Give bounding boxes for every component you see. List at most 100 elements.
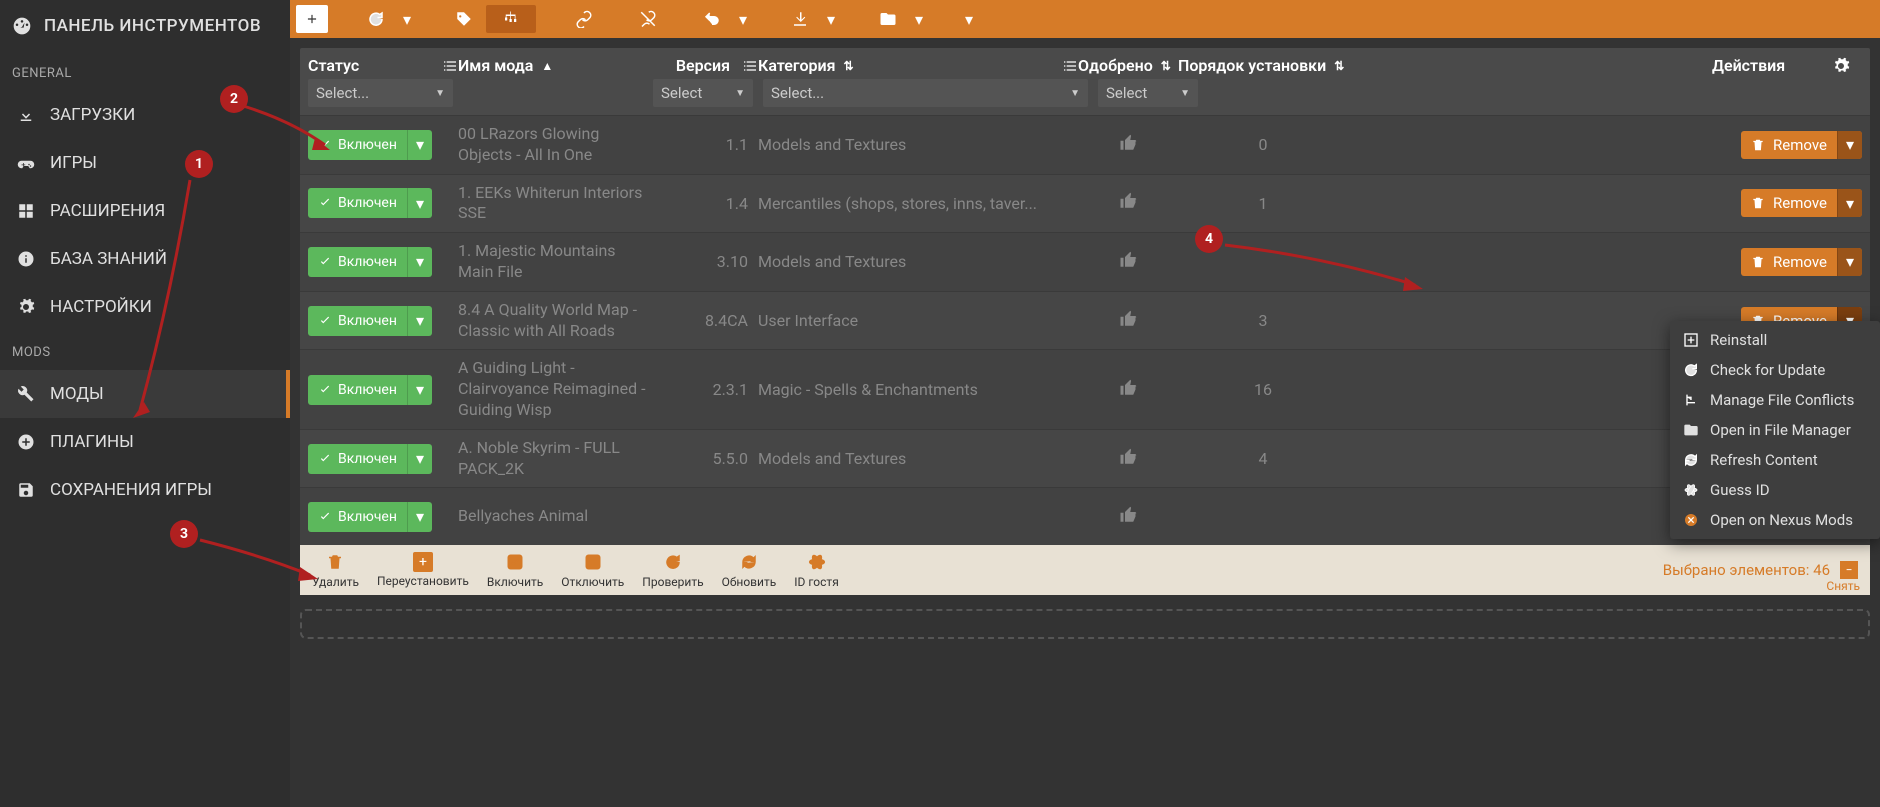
mod-endorsed[interactable]: [1078, 251, 1178, 273]
menu-open-nexus[interactable]: Open on Nexus Mods: [1670, 505, 1880, 535]
refresh-caret[interactable]: ▾: [398, 5, 416, 33]
menu-check-update[interactable]: Check for Update: [1670, 355, 1880, 385]
remove-button[interactable]: Remove ▾: [1741, 131, 1862, 159]
remove-button[interactable]: Remove ▾: [1741, 189, 1862, 217]
sidebar-item-plugins[interactable]: ПЛАГИНЫ: [0, 418, 290, 466]
table-row[interactable]: Включен ▾ A. Noble Skyrim - FULL PACK_2K…: [300, 429, 1870, 488]
menu-reinstall[interactable]: Reinstall: [1670, 325, 1880, 355]
status-caret[interactable]: ▾: [407, 130, 432, 160]
link-button[interactable]: [568, 5, 600, 33]
info-icon: [16, 249, 36, 269]
sidebar-item-savegames[interactable]: СОХРАНЕНИЯ ИГРЫ: [0, 466, 290, 514]
mod-endorsed[interactable]: [1078, 192, 1178, 214]
gear-icon: [16, 297, 36, 317]
table-row[interactable]: Включен ▾ 00 LRazors Glowing Objects - A…: [300, 115, 1870, 174]
import-caret[interactable]: ▾: [822, 5, 840, 33]
sidebar-item-knowledge[interactable]: БАЗА ЗНАНИЙ: [0, 235, 290, 283]
mod-endorsed[interactable]: [1078, 379, 1178, 401]
status-button[interactable]: Включен ▾: [308, 130, 432, 160]
table-row[interactable]: Включен ▾ 1. Majestic Mountains Main Fil…: [300, 232, 1870, 291]
add-button[interactable]: [296, 5, 328, 33]
drop-zone[interactable]: [300, 609, 1870, 639]
status-button[interactable]: Включен ▾: [308, 375, 432, 405]
mod-name: 1. Majestic Mountains Main File: [458, 241, 648, 283]
footer-remove[interactable]: Удалить: [312, 551, 359, 589]
more-caret[interactable]: ▾: [960, 5, 978, 33]
mod-category: Models and Textures: [758, 252, 1078, 271]
mod-endorsed[interactable]: [1078, 134, 1178, 156]
status-caret[interactable]: ▾: [407, 502, 432, 532]
refresh-icon: [1682, 362, 1700, 378]
status-caret[interactable]: ▾: [407, 375, 432, 405]
mod-endorsed[interactable]: [1078, 506, 1178, 528]
col-status[interactable]: Статус: [308, 56, 458, 75]
mod-name: A. Noble Skyrim - FULL PACK_2K: [458, 438, 648, 480]
collapse-button[interactable]: −: [1840, 561, 1858, 579]
filter-endorsed[interactable]: Select▼: [1098, 79, 1198, 107]
status-caret[interactable]: ▾: [407, 306, 432, 336]
col-endorsed[interactable]: Одобрено⇅: [1078, 56, 1178, 75]
table-row[interactable]: Включен ▾ A Guiding Light - Clairvoyance…: [300, 349, 1870, 428]
status-button[interactable]: Включен ▾: [308, 306, 432, 336]
filter-category[interactable]: Select...▼: [763, 79, 1088, 107]
section-general: GENERAL: [0, 52, 290, 91]
mod-endorsed[interactable]: [1078, 310, 1178, 332]
status-button[interactable]: Включен ▾: [308, 444, 432, 474]
table-row[interactable]: Включен ▾ 8.4 A Quality World Map - Clas…: [300, 291, 1870, 350]
mod-version: 1.4: [648, 194, 758, 213]
filter-row: Select...▼ Select▼ Select...▼ Select▼: [300, 79, 1870, 115]
sidebar-item-extensions[interactable]: РАСШИРЕНИЯ: [0, 187, 290, 235]
toolbar: ▾ ▾ ▾ ▾ ▾: [290, 0, 1880, 38]
menu-guess-id[interactable]: Guess ID: [1670, 475, 1880, 505]
remove-caret[interactable]: ▾: [1837, 248, 1862, 276]
footer-reinstall[interactable]: +Переустановить: [377, 552, 469, 588]
import-button[interactable]: [784, 5, 816, 33]
sidebar-item-label: ЗАГРУЗКИ: [50, 105, 135, 125]
selection-footer: Удалить +Переустановить Включить Отключи…: [300, 545, 1870, 595]
sidebar-item-label: ИГРЫ: [50, 153, 97, 173]
filter-status[interactable]: Select...▼: [308, 79, 453, 107]
col-name[interactable]: Имя мода▲: [458, 56, 648, 75]
folder-caret[interactable]: ▾: [910, 5, 928, 33]
status-caret[interactable]: ▾: [407, 188, 432, 218]
refresh-button[interactable]: [360, 5, 392, 33]
deselect-link[interactable]: Снять: [1826, 579, 1860, 593]
menu-refresh[interactable]: Refresh Content: [1670, 445, 1880, 475]
menu-file-manager[interactable]: Open in File Manager: [1670, 415, 1880, 445]
sidebar-item-mods[interactable]: МОДЫ: [0, 370, 290, 418]
status-caret[interactable]: ▾: [407, 444, 432, 474]
tag-button[interactable]: [448, 5, 480, 33]
sidebar-item-settings[interactable]: НАСТРОЙКИ: [0, 283, 290, 331]
footer-enable[interactable]: Включить: [487, 551, 543, 589]
plus-circle-icon: [16, 432, 36, 452]
footer-guest-id[interactable]: ID гостя: [794, 551, 839, 589]
save-icon: [16, 480, 36, 500]
remove-caret[interactable]: ▾: [1837, 131, 1862, 159]
tree-button[interactable]: [486, 5, 536, 33]
status-button[interactable]: Включен ▾: [308, 502, 432, 532]
status-button[interactable]: Включен ▾: [308, 247, 432, 277]
footer-disable[interactable]: Отключить: [561, 551, 624, 589]
col-version[interactable]: Версия: [648, 56, 758, 75]
table-row[interactable]: Включен ▾ 1. EEKs Whiterun Interiors SSE…: [300, 174, 1870, 233]
tree-icon: [1682, 392, 1700, 408]
unlink-button[interactable]: [632, 5, 664, 33]
table-row[interactable]: Включен ▾ Bellyaches Animal Remove ▾: [300, 487, 1870, 545]
remove-caret[interactable]: ▾: [1837, 189, 1862, 217]
status-caret[interactable]: ▾: [407, 247, 432, 277]
mod-endorsed[interactable]: [1078, 448, 1178, 470]
sidebar-item-games[interactable]: ИГРЫ: [0, 139, 290, 187]
col-order[interactable]: Порядок установки⇅: [1178, 56, 1348, 75]
filter-version[interactable]: Select▼: [653, 79, 753, 107]
undo-button[interactable]: [696, 5, 728, 33]
menu-conflicts[interactable]: Manage File Conflicts: [1670, 385, 1880, 415]
remove-button[interactable]: Remove ▾: [1741, 248, 1862, 276]
footer-check[interactable]: Проверить: [642, 551, 703, 589]
folder-button[interactable]: [872, 5, 904, 33]
status-button[interactable]: Включен ▾: [308, 188, 432, 218]
col-category[interactable]: Категория⇅: [758, 56, 1078, 75]
sidebar-item-downloads[interactable]: ЗАГРУЗКИ: [0, 91, 290, 139]
footer-update[interactable]: Обновить: [722, 551, 777, 589]
col-settings[interactable]: [1832, 57, 1862, 75]
undo-caret[interactable]: ▾: [734, 5, 752, 33]
